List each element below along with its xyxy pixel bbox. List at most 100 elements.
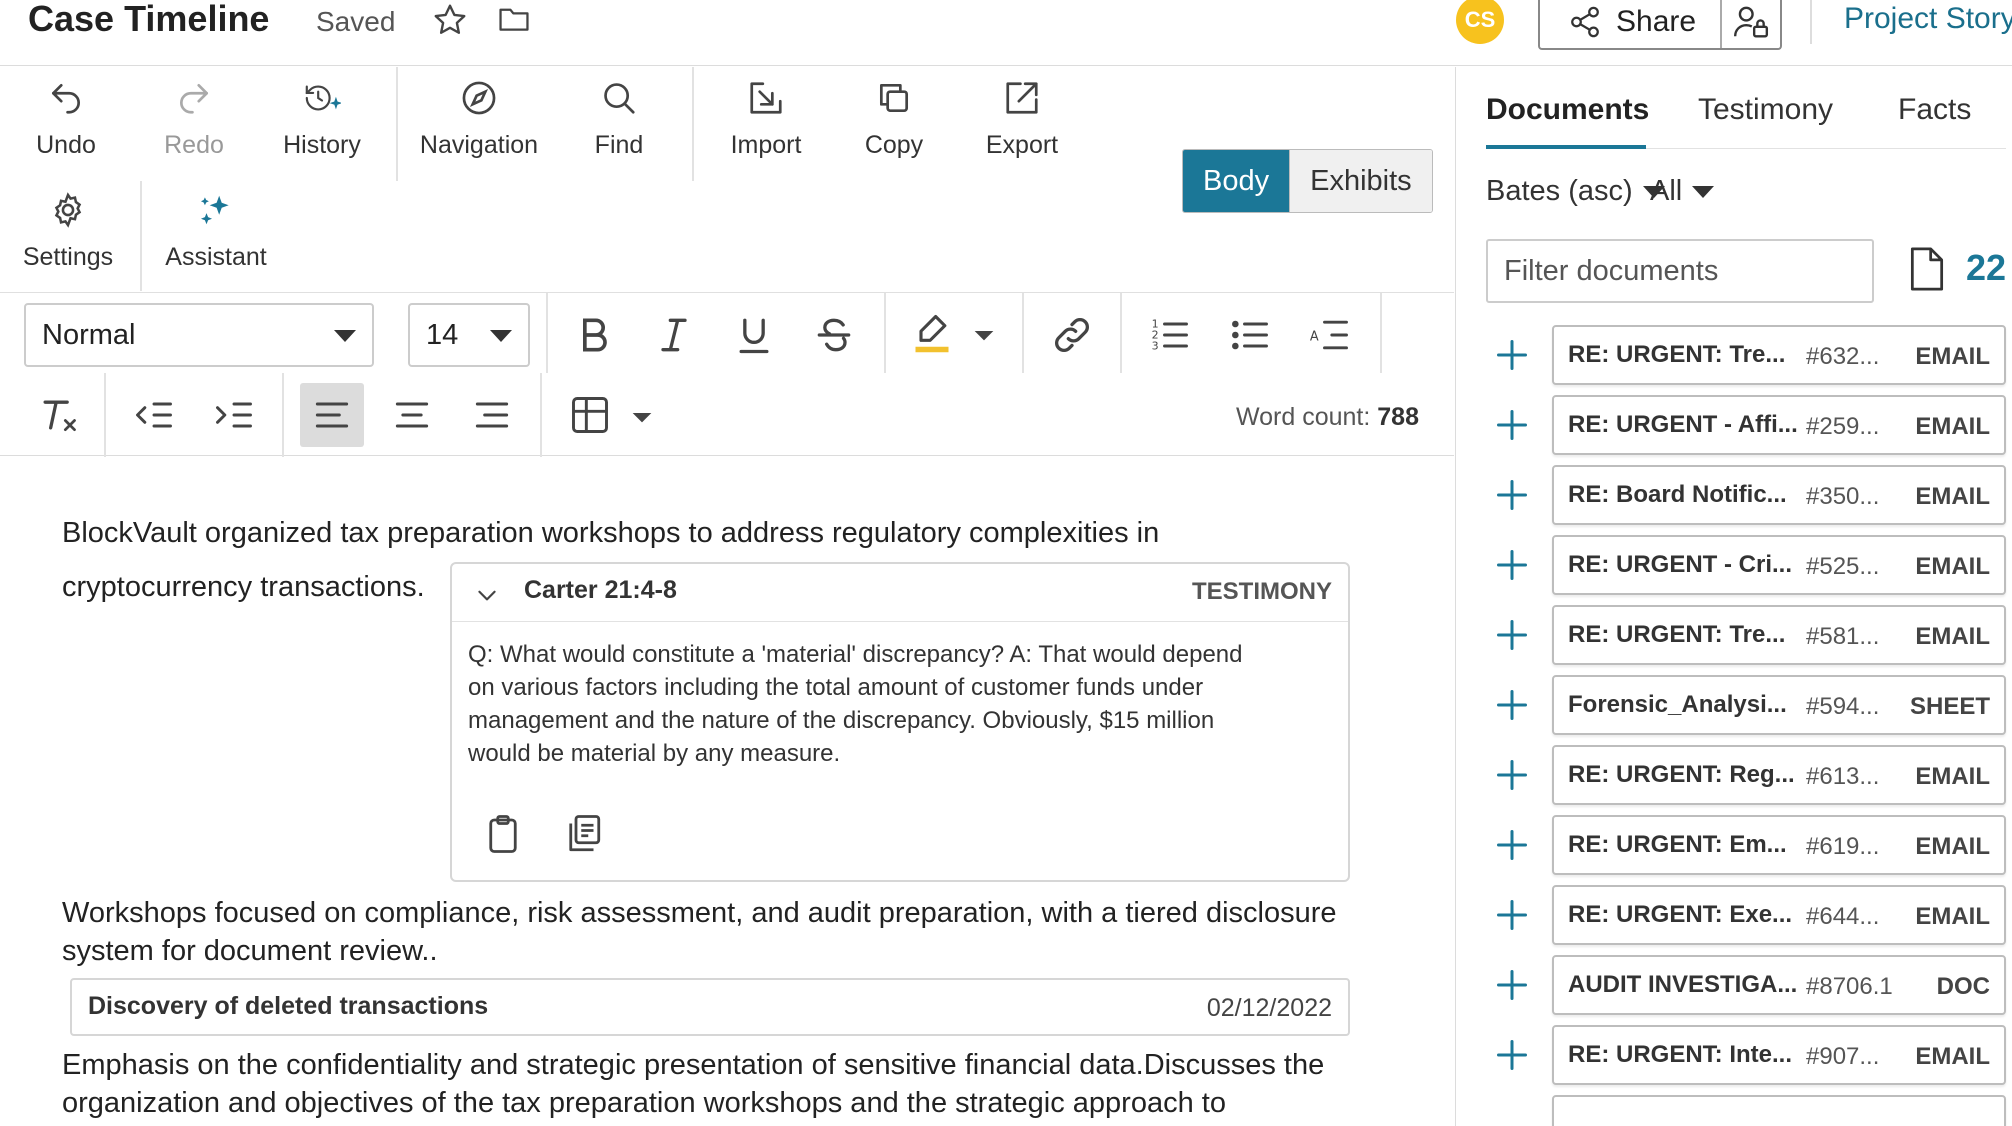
plus-icon[interactable]	[1494, 827, 1530, 863]
panel-tabs: Documents Testimony Facts	[1486, 93, 2006, 155]
bold-button[interactable]	[570, 311, 618, 359]
lettered-list-button[interactable]: A	[1306, 311, 1354, 359]
document-card[interactable]: RE: URGENT: Exe... #644... EMAIL	[1552, 885, 2006, 945]
exhibits-toggle[interactable]: Exhibits	[1289, 150, 1432, 212]
bullet-list-icon	[1232, 320, 1268, 350]
find-label: Find	[594, 131, 644, 159]
export-label: Export	[985, 131, 1059, 159]
divider	[1120, 293, 1122, 373]
chevron-down-icon	[334, 330, 356, 342]
align-right-button[interactable]	[468, 391, 516, 439]
table-button[interactable]	[566, 391, 614, 439]
import-button[interactable]: Import	[701, 79, 831, 160]
plus-icon[interactable]	[1494, 757, 1530, 793]
share-button[interactable]: Share	[1540, 0, 1723, 48]
indent-icon	[216, 402, 252, 428]
document-card[interactable]: RE: Board Notific... #350... EMAIL	[1552, 465, 2006, 525]
list-item: RE: URGENT - Affi... #259... EMAIL	[1456, 395, 2012, 457]
document-body[interactable]: BlockVault organized tax preparation wor…	[0, 458, 1454, 1126]
link-button[interactable]	[1048, 311, 1096, 359]
list-item: RE: Board Notific... #350... EMAIL	[1456, 465, 2012, 527]
settings-button[interactable]: Settings	[3, 191, 133, 272]
history-label: History	[283, 131, 361, 159]
plus-icon[interactable]	[1494, 897, 1530, 933]
plus-icon[interactable]	[1494, 477, 1530, 513]
document-card[interactable]: RE: URGENT: Inte... #907... EMAIL	[1552, 1025, 2006, 1085]
plus-icon[interactable]	[1494, 967, 1530, 1003]
chevron-down-icon[interactable]	[474, 582, 500, 608]
list-item: RE: URGENT - Cri... #525... EMAIL	[1456, 535, 2012, 597]
table-dropdown[interactable]	[626, 393, 658, 441]
divider	[884, 293, 886, 373]
list-item: RE: URGENT: Em... #619... EMAIL	[1456, 815, 2012, 877]
font-size-select[interactable]: 14	[408, 303, 530, 367]
italic-button[interactable]	[650, 311, 698, 359]
clipboard-icon[interactable]	[482, 812, 524, 856]
numbered-list-button[interactable]: 123	[1146, 311, 1194, 359]
plus-icon[interactable]	[1494, 687, 1530, 723]
align-center-button[interactable]	[388, 391, 436, 439]
strikethrough-button[interactable]	[810, 311, 858, 359]
assistant-button[interactable]: Assistant	[151, 191, 281, 272]
paragraph-style-select[interactable]: Normal	[24, 303, 374, 367]
tab-testimony[interactable]: Testimony	[1698, 93, 1833, 127]
clear-formatting-button[interactable]	[34, 391, 82, 439]
document-title: RE: URGENT - Affi...	[1568, 411, 1798, 438]
redo-label: Redo	[164, 131, 224, 159]
outdent-icon	[136, 402, 172, 428]
document-card[interactable]: RE: URGENT: Tre... #581... EMAIL	[1552, 605, 2006, 665]
list-item	[1456, 1095, 2012, 1126]
highlight-color-dropdown[interactable]	[968, 311, 1000, 359]
align-left-button[interactable]	[300, 383, 364, 447]
document-title: RE: URGENT: Tre...	[1568, 621, 1786, 648]
document-card[interactable]: RE: URGENT: Reg... #613... EMAIL	[1552, 745, 2006, 805]
document-type: EMAIL	[1915, 763, 1990, 790]
plus-icon[interactable]	[1494, 617, 1530, 653]
document-card[interactable]: RE: URGENT: Tre... #632... EMAIL	[1552, 325, 2006, 385]
project-story-link[interactable]: Project Story	[1844, 2, 2012, 36]
folder-icon[interactable]	[496, 2, 532, 36]
sort-dropdown[interactable]: Bates (asc)	[1486, 175, 1665, 208]
document-type: EMAIL	[1915, 553, 1990, 580]
assistant-label: Assistant	[165, 243, 267, 271]
document-type: EMAIL	[1915, 1043, 1990, 1070]
document-card[interactable]	[1552, 1095, 2006, 1126]
star-icon[interactable]	[432, 2, 468, 38]
body-toggle[interactable]: Body	[1183, 150, 1290, 212]
avatar[interactable]: CS	[1456, 0, 1504, 44]
filter-documents-input[interactable]	[1486, 239, 1874, 303]
divider	[540, 373, 542, 457]
testimony-card-header[interactable]: Carter 21:4-8 TESTIMONY	[452, 564, 1348, 622]
document-card[interactable]: AUDIT INVESTIGA... #8706.1 DOC	[1552, 955, 2006, 1015]
document-card[interactable]: RE: URGENT - Cri... #525... EMAIL	[1552, 535, 2006, 595]
history-button[interactable]: History	[257, 79, 387, 160]
plus-icon[interactable]	[1494, 407, 1530, 443]
navigation-button[interactable]: Navigation	[414, 79, 544, 160]
redo-button[interactable]: Redo	[129, 79, 259, 160]
user-permissions-button[interactable]	[1722, 0, 1780, 48]
document-card[interactable]: RE: URGENT - Affi... #259... EMAIL	[1552, 395, 2006, 455]
align-left-icon	[315, 402, 349, 428]
indent-button[interactable]	[210, 391, 258, 439]
plus-icon[interactable]	[1494, 1037, 1530, 1073]
document-card[interactable]: Forensic_Analysi... #594... SHEET	[1552, 675, 2006, 735]
plus-icon[interactable]	[1494, 547, 1530, 583]
highlight-button[interactable]	[908, 309, 956, 357]
chevron-down-icon	[1692, 185, 1715, 198]
outdent-button[interactable]	[130, 391, 178, 439]
tab-facts[interactable]: Facts	[1898, 93, 1971, 127]
filter-scope-dropdown[interactable]: All	[1650, 175, 1715, 208]
plus-icon[interactable]	[1494, 337, 1530, 373]
document-card[interactable]: RE: URGENT: Em... #619... EMAIL	[1552, 815, 2006, 875]
sparkle-icon	[200, 195, 229, 225]
find-button[interactable]: Find	[554, 79, 684, 160]
export-button[interactable]: Export	[957, 79, 1087, 160]
copy-to-document-icon[interactable]	[562, 812, 604, 856]
lettered-list-icon: A	[1310, 320, 1348, 350]
underline-button[interactable]	[730, 311, 778, 359]
tab-documents[interactable]: Documents	[1486, 93, 1649, 127]
bullet-list-button[interactable]	[1226, 311, 1274, 359]
copy-button[interactable]: Copy	[829, 79, 959, 160]
undo-button[interactable]: Undo	[1, 79, 131, 160]
timeline-event-card[interactable]: Discovery of deleted transactions 02/12/…	[70, 978, 1350, 1036]
